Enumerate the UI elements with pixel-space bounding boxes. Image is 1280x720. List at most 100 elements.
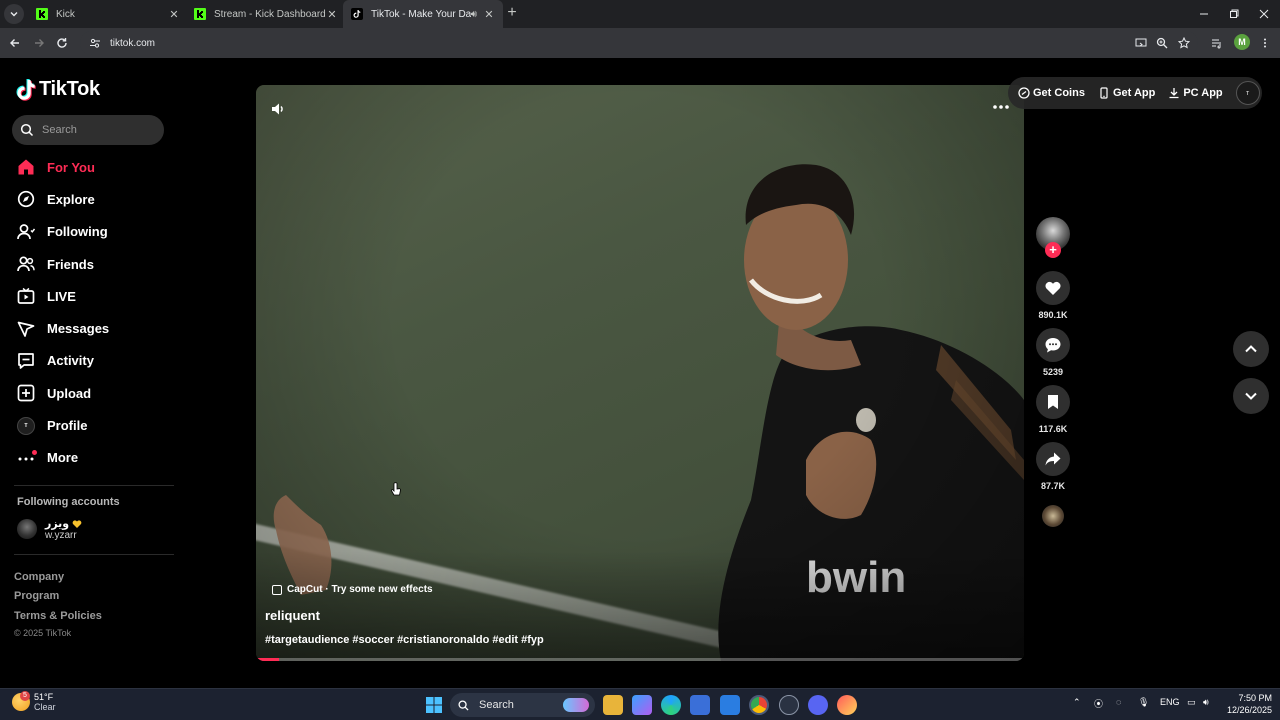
sidebar-item-live[interactable]: LIVE [0, 280, 180, 312]
tab-tiktok[interactable]: TikTok - Make Your Day 🔊︎ ✕ [343, 0, 503, 28]
share-count: 87.7K [1040, 481, 1066, 491]
sidebar-item-more[interactable]: More [0, 442, 180, 474]
close-tab-icon[interactable]: ✕ [483, 8, 495, 21]
reload-button[interactable] [53, 34, 71, 52]
mail-icon[interactable] [720, 695, 740, 715]
follow-plus-button[interactable]: + [1045, 242, 1061, 258]
kick-favicon-icon [36, 8, 48, 20]
sidebar-item-messages[interactable]: Messages [0, 312, 180, 344]
close-window-button[interactable] [1248, 0, 1280, 28]
windows-logo-icon [426, 697, 442, 713]
home-icon [17, 158, 35, 176]
store-icon[interactable] [690, 695, 710, 715]
chrome-icon[interactable] [749, 695, 769, 715]
new-tab-button[interactable]: + [503, 4, 521, 22]
comment-action[interactable]: 5239 [1036, 328, 1070, 377]
sidebar-item-label: Messages [47, 321, 110, 337]
browser-menu-icon[interactable] [1257, 35, 1273, 51]
like-count: 890.1K [1038, 310, 1068, 320]
tiktok-logo[interactable]: TikTok [16, 78, 100, 101]
sidebar-item-activity[interactable]: Activity [0, 345, 180, 377]
search-box[interactable] [12, 115, 164, 145]
tab-kick-dashboard[interactable]: Stream - Kick Dashboard ✕ [186, 0, 346, 28]
sidebar-item-label: Upload [47, 385, 92, 401]
sidebar-item-profile[interactable]: ᴛ Profile [0, 409, 180, 441]
file-explorer-icon[interactable] [603, 695, 623, 715]
video-progress-bar[interactable] [256, 658, 1024, 661]
close-tab-icon[interactable]: ✕ [326, 8, 338, 21]
cast-icon[interactable] [1133, 35, 1149, 51]
like-action[interactable]: 890.1K [1036, 271, 1070, 320]
tray-chevron-up-icon[interactable]: ⌃ [1073, 697, 1081, 708]
language-indicator[interactable]: ENG [1160, 697, 1180, 707]
footer-link-program[interactable]: Program [14, 590, 59, 602]
effect-link[interactable]: CapCut · Try some new effects [272, 584, 433, 595]
video-player[interactable]: bwin CapCut · Try some new effects reliq… [256, 85, 1024, 661]
next-video-button[interactable] [1233, 378, 1269, 414]
profile-avatar-button[interactable]: ᴛ [1235, 81, 1260, 105]
previous-video-button[interactable] [1233, 331, 1269, 367]
microphone-icon[interactable]: 🎙︎ [1138, 697, 1149, 708]
share-action[interactable]: 87.7K [1036, 442, 1070, 491]
copyright: © 2025 TikTok [14, 628, 72, 638]
close-tab-icon[interactable]: ✕ [168, 8, 180, 21]
footer-link-terms[interactable]: Terms & Policies [14, 610, 102, 622]
music-disc-icon[interactable] [1042, 505, 1064, 527]
sidebar-item-upload[interactable]: Upload [0, 377, 180, 409]
video-more-button[interactable] [990, 99, 1012, 115]
back-button[interactable] [6, 34, 24, 52]
copilot-icon[interactable] [632, 695, 652, 715]
get-coins-label: Get Coins [1033, 87, 1085, 99]
address-bar[interactable]: tiktok.com [80, 31, 1198, 55]
volume-button[interactable] [268, 99, 288, 119]
tab-kick[interactable]: Kick ✕ [28, 0, 188, 28]
save-button[interactable] [1036, 385, 1070, 419]
search-input[interactable] [42, 124, 152, 136]
sidebar-item-following[interactable]: Following [0, 216, 180, 248]
save-action[interactable]: 117.6K [1036, 385, 1070, 434]
taskbar-clock[interactable]: 7:50 PM 12/26/2025 [1222, 692, 1272, 716]
following-account-item[interactable]: ويزر w.yzarr [17, 517, 82, 541]
video-hashtags[interactable]: #targetaudience #soccer #cristianoronald… [265, 634, 544, 646]
share-button[interactable] [1036, 442, 1070, 476]
video-author[interactable]: reliquent [265, 608, 320, 623]
site-info-icon[interactable] [88, 36, 102, 50]
bookmark-star-icon[interactable] [1176, 35, 1192, 51]
tab-title: TikTok - Make Your Day [371, 8, 471, 20]
start-button[interactable] [424, 695, 444, 715]
app-icon[interactable] [837, 695, 857, 715]
sidebar-item-label: For You [47, 159, 95, 175]
media-controls-icon[interactable] [1209, 35, 1225, 51]
discord-icon[interactable] [808, 695, 828, 715]
browser-profile-avatar[interactable]: M [1234, 34, 1250, 50]
upload-icon [17, 384, 35, 402]
restore-icon [1230, 9, 1239, 18]
comment-button[interactable] [1036, 328, 1070, 362]
volume-icon[interactable]: 🔊︎ [1203, 697, 1209, 708]
display-icon[interactable]: ▭ [1187, 697, 1196, 708]
sidebar-item-explore[interactable]: Explore [0, 183, 180, 215]
speaker-icon[interactable]: 🔊︎ [471, 9, 477, 20]
app-icon[interactable] [779, 695, 799, 715]
weather-widget[interactable]: 5 51°F Clear [12, 691, 56, 712]
tab-search-button[interactable] [4, 4, 24, 24]
tray-app-icon[interactable]: ⦿ [1094, 697, 1103, 710]
footer-link-company[interactable]: Company [14, 571, 64, 583]
pc-app-button[interactable]: PC App [1168, 87, 1223, 99]
forward-button[interactable] [30, 34, 48, 52]
taskbar-search[interactable]: Search [450, 693, 595, 717]
minimize-button[interactable] [1188, 0, 1220, 28]
get-coins-button[interactable]: Get Coins [1018, 87, 1085, 99]
maximize-button[interactable] [1218, 0, 1250, 28]
get-app-button[interactable]: Get App [1098, 87, 1155, 99]
zoom-icon[interactable] [1154, 35, 1170, 51]
edge-icon[interactable] [661, 695, 681, 715]
sidebar-item-friends[interactable]: Friends [0, 248, 180, 280]
comment-icon [1045, 338, 1061, 353]
tab-title: Kick [56, 8, 75, 20]
sidebar-item-for-you[interactable]: For You [0, 151, 180, 183]
like-button[interactable] [1036, 271, 1070, 305]
tray-network-off-icon[interactable]: ◌ [1116, 697, 1121, 707]
weather-badge: 5 [20, 691, 30, 701]
taskbar-search-label: Search [479, 699, 514, 711]
